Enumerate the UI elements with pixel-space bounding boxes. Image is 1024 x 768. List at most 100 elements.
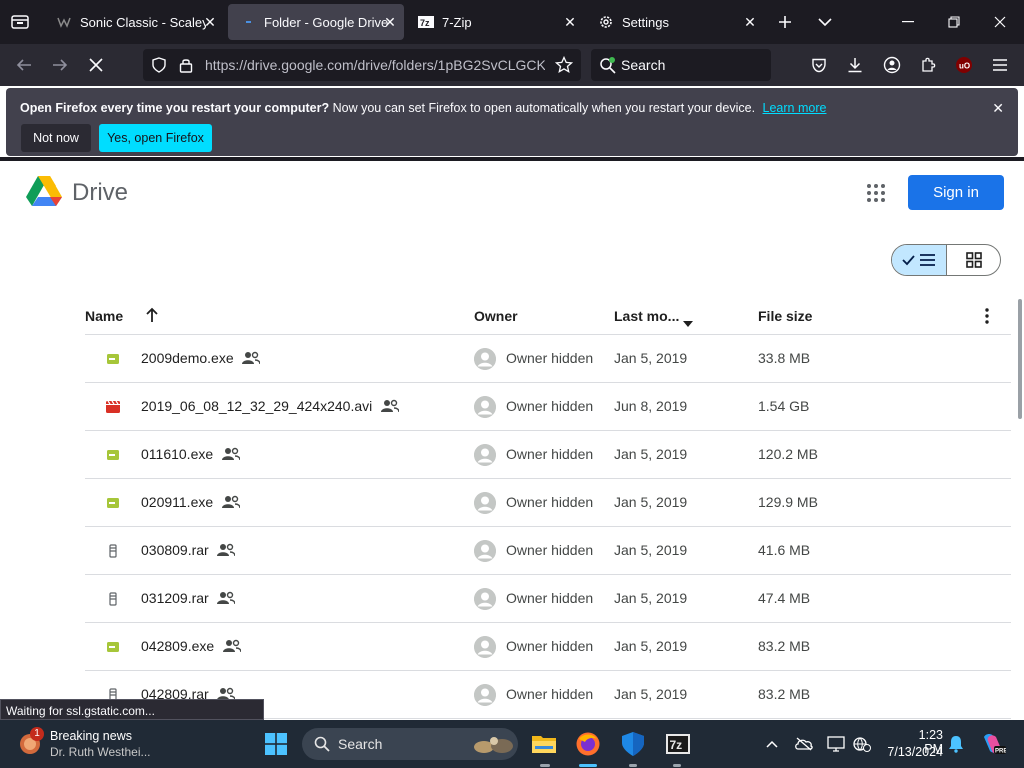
owner-column-header[interactable]: Owner (474, 308, 518, 324)
account-icon[interactable] (882, 55, 902, 75)
loading-favicon-icon (240, 14, 256, 30)
close-tab-icon[interactable]: ✕ (202, 14, 218, 30)
extensions-puzzle-icon[interactable] (918, 55, 938, 75)
search-engine-icon (599, 56, 617, 79)
tracking-protection-shield-icon[interactable] (151, 57, 167, 78)
file-row[interactable]: 011610.exe Owner hidden Jan 5, 2019 120.2 M… (85, 431, 1011, 479)
downloads-icon[interactable] (845, 55, 865, 75)
file-name[interactable]: 2019_06_08_12_32_29_424x240.avi (141, 398, 372, 414)
7zip-favicon-icon: 7z (418, 14, 434, 30)
windows-taskbar: 1 Breaking news Dr. Ruth Westhei... Sear… (0, 720, 1024, 768)
notification-message: Open Firefox every time you restart your… (20, 101, 826, 115)
minimize-icon[interactable] (898, 12, 918, 32)
name-column-header[interactable]: Name (85, 308, 123, 324)
last-modified-column-header[interactable]: Last mo... (614, 308, 679, 324)
grid-view-button[interactable] (947, 245, 1000, 275)
page-scrollbar[interactable] (1018, 299, 1022, 419)
sort-ascending-arrow-icon[interactable] (145, 307, 159, 328)
back-arrow-icon[interactable] (14, 55, 34, 75)
file-row[interactable]: 030809.rar Owner hidden Jan 5, 2019 41.6 MB (85, 527, 1011, 575)
list-view-button[interactable] (892, 245, 947, 275)
7zip-app-icon[interactable]: 7z (664, 730, 692, 758)
file-name[interactable]: 042809.exe (141, 638, 214, 654)
clock-date[interactable]: 7/13/2024 (873, 745, 943, 759)
file-name[interactable]: 031209.rar (141, 590, 209, 606)
file-row[interactable]: 2009demo.exe Owner hidden Jan 5, 2019 33.8 … (85, 335, 1011, 383)
onedrive-offline-icon[interactable] (794, 734, 814, 754)
search-placeholder: Search (621, 57, 666, 73)
file-row[interactable]: 020911.exe Owner hidden Jan 5, 2019 129.9 M… (85, 479, 1011, 527)
last-modified-date: Jan 5, 2019 (614, 494, 688, 510)
navigation-toolbar: https://drive.google.com/drive/folders/1… (0, 44, 1024, 86)
sort-dropdown-arrow-icon[interactable] (683, 314, 693, 332)
windows-start-icon[interactable] (265, 733, 287, 755)
more-options-icon[interactable] (979, 307, 995, 325)
bookmark-star-icon[interactable] (554, 55, 574, 79)
forward-arrow-icon[interactable] (50, 55, 70, 75)
news-title[interactable]: Breaking news (50, 729, 132, 743)
file-name[interactable]: 2009demo.exe (141, 350, 234, 366)
taskbar-search[interactable]: Search (302, 728, 518, 760)
close-tab-icon[interactable]: ✕ (382, 14, 398, 30)
sign-in-button[interactable]: Sign in (908, 175, 1004, 210)
google-drive-logo-icon[interactable] (26, 175, 62, 207)
close-tab-icon[interactable]: ✕ (562, 14, 578, 30)
learn-more-link[interactable]: Learn more (763, 101, 827, 115)
firefox-icon[interactable] (574, 730, 602, 758)
ublock-origin-icon[interactable]: uO (954, 55, 974, 75)
display-monitor-icon[interactable] (826, 734, 846, 754)
file-name[interactable]: 020911.exe (141, 494, 213, 510)
shared-people-icon (381, 399, 400, 413)
network-no-internet-icon[interactable] (852, 734, 872, 754)
status-bar: Waiting for ssl.gstatic.com... (0, 699, 264, 720)
windows-security-icon[interactable] (619, 730, 647, 758)
notification-bell-icon[interactable] (946, 734, 966, 754)
new-tab-icon[interactable] (775, 12, 795, 32)
last-modified-date: Jan 5, 2019 (614, 638, 688, 654)
yes-open-firefox-button[interactable]: Yes, open Firefox (99, 124, 212, 152)
drive-title[interactable]: Drive (72, 179, 128, 207)
close-window-icon[interactable] (990, 12, 1010, 32)
file-size: 83.2 MB (758, 638, 811, 654)
file-row[interactable]: 2019_06_08_12_32_29_424x240.avi Owner hid… (85, 383, 1011, 431)
close-tab-icon[interactable]: ✕ (742, 14, 758, 30)
file-explorer-icon[interactable] (530, 730, 558, 758)
svg-text:uO: uO (959, 62, 970, 71)
address-bar[interactable]: https://drive.google.com/drive/folders/1… (143, 49, 581, 81)
last-modified-date: Jan 5, 2019 (614, 686, 688, 702)
tab-label: Sonic Classic - ScaleyFi (80, 14, 206, 30)
file-row[interactable]: 042809.exe Owner hidden Jan 5, 2019 83.2 MB (85, 623, 1011, 671)
copilot-icon[interactable]: PRE (980, 734, 1006, 755)
tab-7zip[interactable]: 7z 7-Zip ✕ (406, 4, 584, 40)
restore-icon[interactable] (944, 12, 964, 32)
search-bar[interactable]: Search (591, 49, 771, 81)
file-name[interactable]: 030809.rar (141, 542, 209, 558)
file-row[interactable]: 031209.rar Owner hidden Jan 5, 2019 47.4 MB (85, 575, 1011, 623)
notification-question: Open Firefox every time you restart your… (20, 101, 330, 115)
show-hidden-icons-chevron-up-icon[interactable] (762, 734, 782, 754)
stop-loading-icon[interactable] (86, 55, 106, 75)
file-size-column-header[interactable]: File size (758, 308, 812, 324)
tab-google-drive[interactable]: Folder - Google Drive ✕ (228, 4, 404, 40)
firefox-view-icon[interactable] (10, 12, 30, 32)
pocket-icon[interactable] (809, 55, 829, 75)
file-name[interactable]: 011610.exe (141, 446, 213, 462)
executable-file-icon (105, 447, 121, 463)
news-subtitle[interactable]: Dr. Ruth Westhei... (50, 745, 150, 759)
google-apps-grid-icon[interactable] (866, 183, 886, 203)
close-notification-icon[interactable]: ✕ (992, 100, 1004, 117)
svg-text:7z: 7z (670, 738, 683, 752)
tab-settings[interactable]: Settings ✕ (586, 4, 764, 40)
hamburger-menu-icon[interactable] (990, 55, 1010, 75)
owner-avatar-icon (474, 540, 496, 562)
not-now-button[interactable]: Not now (21, 124, 91, 152)
last-modified-date: Jan 5, 2019 (614, 446, 688, 462)
drive-page: Drive Sign in Name Owner Last mo... File… (0, 161, 1024, 719)
owner-avatar-icon (474, 396, 496, 418)
owner-avatar-icon (474, 684, 496, 706)
lock-icon[interactable] (179, 57, 193, 78)
video-file-icon (105, 399, 121, 415)
list-tabs-chevron-down-icon[interactable] (815, 12, 835, 32)
owner-avatar-icon (474, 492, 496, 514)
tab-sonic-classic[interactable]: Sonic Classic - ScaleyFi ✕ (44, 4, 224, 40)
